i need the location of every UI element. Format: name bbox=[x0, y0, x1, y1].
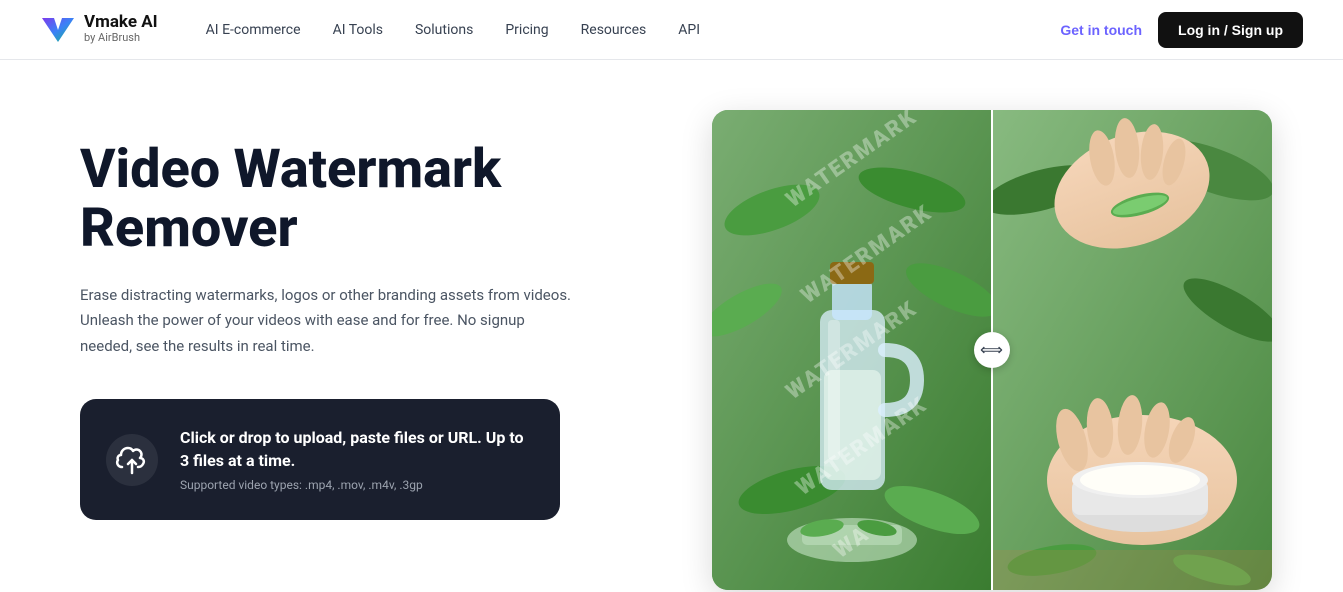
hero-image: WATERMARK WATERMARK WATERMARK WATERMARK … bbox=[660, 110, 1283, 590]
divider-handle[interactable]: ⟺ bbox=[974, 332, 1010, 368]
nav-item-solutions[interactable]: Solutions bbox=[415, 22, 473, 38]
upload-text: Click or drop to upload, paste files or … bbox=[180, 427, 532, 492]
hero-content: Video Watermark Remover Erase distractin… bbox=[80, 120, 660, 520]
nav-item-resources[interactable]: Resources bbox=[581, 22, 647, 38]
upload-sub-text: Supported video types: .mp4, .mov, .m4v,… bbox=[180, 478, 532, 492]
hero-title: Video Watermark Remover bbox=[80, 140, 660, 259]
before-image-svg bbox=[712, 110, 992, 590]
nav-item-api[interactable]: API bbox=[678, 22, 700, 38]
comparison-after bbox=[992, 110, 1272, 590]
comparison-before: WATERMARK WATERMARK WATERMARK WATERMARK … bbox=[712, 110, 992, 590]
navbar: Vmake AI by AirBrush AI E-commerce AI To… bbox=[0, 0, 1343, 60]
upload-main-text: Click or drop to upload, paste files or … bbox=[180, 427, 532, 472]
hero-section: Video Watermark Remover Erase distractin… bbox=[0, 60, 1343, 592]
nav-item-ai-tools[interactable]: AI Tools bbox=[333, 22, 383, 38]
get-touch-button[interactable]: Get in touch bbox=[1060, 22, 1142, 38]
comparison-widget: WATERMARK WATERMARK WATERMARK WATERMARK … bbox=[712, 110, 1272, 590]
comparison-divider: ⟺ bbox=[991, 110, 993, 590]
logo-title: Vmake AI bbox=[84, 14, 158, 31]
nav-actions: Get in touch Log in / Sign up bbox=[1060, 12, 1303, 48]
logo[interactable]: Vmake AI by AirBrush bbox=[40, 12, 158, 48]
nav-item-pricing[interactable]: Pricing bbox=[505, 22, 548, 38]
upload-icon bbox=[106, 434, 158, 486]
logo-subtitle: by AirBrush bbox=[84, 31, 158, 44]
hero-description: Erase distracting watermarks, logos or o… bbox=[80, 283, 580, 360]
logo-icon bbox=[40, 12, 76, 48]
divider-arrows-icon: ⟺ bbox=[980, 342, 1003, 358]
upload-icon-wrap bbox=[104, 432, 160, 488]
upload-area[interactable]: Click or drop to upload, paste files or … bbox=[80, 399, 560, 520]
after-image-svg bbox=[992, 110, 1272, 590]
login-signup-button[interactable]: Log in / Sign up bbox=[1158, 12, 1303, 48]
nav-links: AI E-commerce AI Tools Solutions Pricing… bbox=[206, 22, 1061, 38]
nav-item-ai-ecommerce[interactable]: AI E-commerce bbox=[206, 22, 301, 38]
